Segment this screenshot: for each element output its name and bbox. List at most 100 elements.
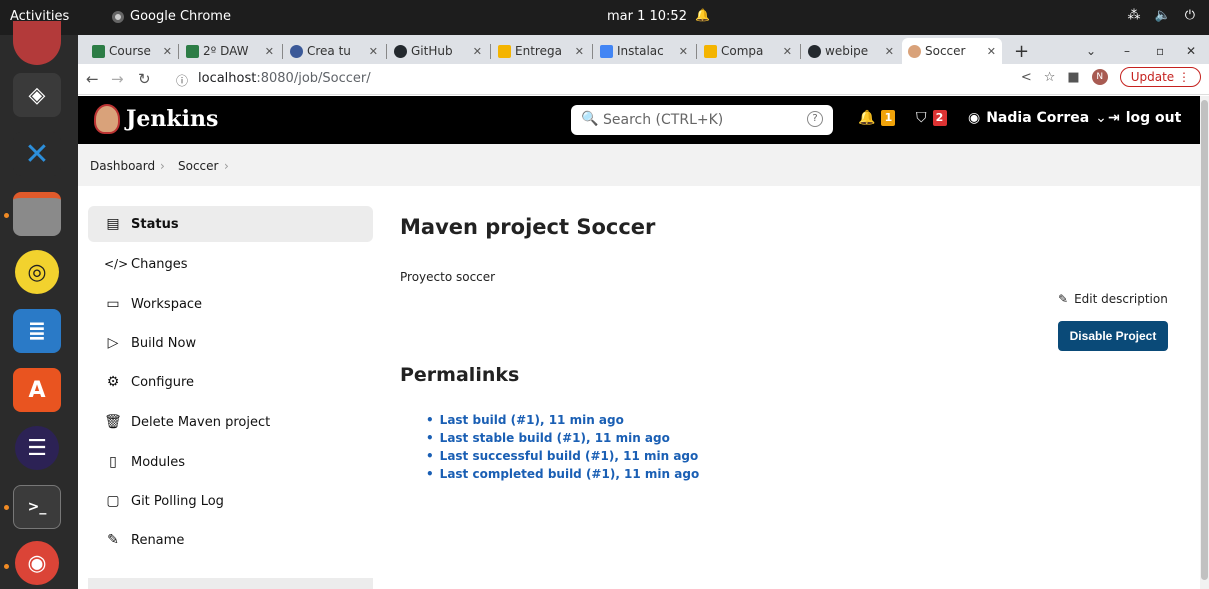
docs-icon (600, 44, 613, 58)
dock-eclipse-icon[interactable]: ☰ (15, 426, 59, 470)
dock-chrome-icon[interactable]: ◉ (15, 541, 59, 585)
side-item-status[interactable]: ▤ Status (88, 206, 373, 242)
pencil-icon: ✎ (1058, 292, 1069, 306)
side-item-changes[interactable]: </> Changes (88, 246, 373, 282)
edit-description-label: Edit description (1074, 292, 1168, 306)
permalink-last-completed-build[interactable]: Last completed build (#1), 11 min ago (426, 467, 700, 485)
close-tab-icon[interactable]: ✕ (575, 45, 584, 58)
jenkins-logo-icon[interactable] (94, 104, 120, 134)
close-tab-icon[interactable]: ✕ (265, 45, 274, 58)
side-item-label: Delete Maven project (131, 414, 271, 430)
profile-avatar[interactable]: N (1091, 69, 1108, 85)
side-item-delete[interactable]: 🗑 Delete Maven project (88, 404, 373, 440)
dock-app-icon[interactable] (13, 21, 61, 65)
play-icon: ▷ (107, 335, 119, 351)
window-close-icon[interactable]: ✕ (1180, 38, 1200, 64)
browser-tab[interactable]: GitHub ✕ (388, 38, 488, 64)
tab-favicon-icon (290, 44, 303, 58)
app-menu[interactable]: Google Chrome (112, 9, 231, 24)
browser-tab-active[interactable]: Soccer ✕ (902, 38, 1002, 64)
side-item-rename[interactable]: ✎ Rename (88, 522, 373, 558)
browser-tab[interactable]: Compa ✕ (698, 38, 798, 64)
side-item-workspace[interactable]: ▭ Workspace (88, 286, 373, 322)
breadcrumb-separator-icon[interactable]: › (224, 159, 229, 173)
security-button[interactable]: ⛉ 2 (916, 110, 947, 126)
side-item-configure[interactable]: ⚙ Configure (88, 364, 373, 400)
browser-tab[interactable]: Instalac ✕ (594, 38, 694, 64)
scrollbar-thumb[interactable] (1201, 100, 1208, 580)
search-input[interactable]: Search (CTRL+K) (603, 112, 723, 128)
side-panel-icon[interactable]: ■ (1067, 70, 1079, 85)
breadcrumb-separator-icon: › (160, 159, 165, 173)
site-info-icon[interactable]: ⓘ (176, 72, 188, 89)
edit-description-link[interactable]: ✎ Edit description (1058, 292, 1168, 306)
side-item-build-now[interactable]: ▷ Build Now (88, 325, 373, 361)
permalink-last-successful-build[interactable]: Last successful build (#1), 11 min ago (426, 449, 699, 467)
close-tab-icon[interactable]: ✕ (369, 45, 378, 58)
browser-tab[interactable]: webipe ✕ (802, 38, 900, 64)
browser-tab[interactable]: Entrega ✕ (492, 38, 590, 64)
notifications-button[interactable]: 🔔 1 (858, 110, 896, 126)
pencil-icon: ✎ (107, 532, 119, 548)
share-icon[interactable]: < (1021, 70, 1032, 85)
code-icon: </> (104, 257, 129, 271)
tab-label: Crea tu (307, 44, 351, 58)
permalink-last-stable-build[interactable]: Last stable build (#1), 11 min ago (426, 431, 699, 449)
side-item-git-polling-log[interactable]: ▢ Git Polling Log (88, 483, 373, 519)
logout-label: log out (1125, 110, 1182, 126)
browser-tab[interactable]: Crea tu ✕ (284, 38, 384, 64)
tab-separator (178, 44, 179, 59)
reload-icon[interactable]: ↻ (138, 70, 151, 88)
close-tab-icon[interactable]: ✕ (987, 45, 996, 58)
maximize-icon[interactable]: ▫ (1150, 38, 1170, 64)
page-scrollbar[interactable] (1200, 96, 1209, 589)
jenkins-header: Jenkins 🔍 Search (CTRL+K) ? 🔔 1 ⛉ 2 ◉ Na… (78, 96, 1200, 144)
back-arrow-icon[interactable]: ← (86, 70, 99, 88)
logout-link[interactable]: ⇥ log out (1108, 110, 1181, 126)
chevron-down-icon: ⌄ (1095, 110, 1107, 126)
bookmark-star-icon[interactable]: ☆ (1044, 70, 1056, 85)
breadcrumb-soccer[interactable]: Soccer (178, 159, 218, 173)
help-icon[interactable]: ? (807, 111, 823, 127)
tab-favicon-icon (186, 44, 199, 58)
dock-terminal-icon[interactable]: >_ (13, 485, 61, 529)
side-item-label: Status (131, 216, 179, 232)
jenkins-title[interactable]: Jenkins (126, 106, 218, 132)
browser-tab[interactable]: 2º DAW ✕ (180, 38, 280, 64)
close-tab-icon[interactable]: ✕ (163, 45, 172, 58)
update-button[interactable]: Update ⋮ (1119, 67, 1201, 87)
network-icon: ⁂ (1127, 8, 1141, 23)
clock[interactable]: mar 1 10:52 (607, 9, 687, 24)
dock-rhythmbox-icon[interactable]: ◎ (15, 250, 59, 294)
forward-arrow-icon[interactable]: → (111, 70, 124, 88)
tab-search-icon[interactable]: ⌄ (1080, 38, 1100, 64)
dock-software-icon[interactable]: A (13, 368, 61, 412)
gear-icon: ⚙ (106, 374, 120, 390)
tab-separator (282, 44, 283, 59)
dock-virtualbox-icon[interactable]: ◈ (13, 73, 61, 117)
disable-project-button[interactable]: Disable Project (1058, 321, 1168, 351)
trash-icon: 🗑 (104, 414, 122, 430)
permalink-last-build[interactable]: Last build (#1), 11 min ago (426, 413, 699, 431)
close-tab-icon[interactable]: ✕ (783, 45, 792, 58)
breadcrumb-dashboard[interactable]: Dashboard (90, 159, 155, 173)
dock-vscode-icon[interactable]: ✕ (13, 132, 61, 176)
dock-files-icon[interactable] (13, 192, 61, 236)
browser-tab[interactable]: Course ✕ (86, 38, 178, 64)
dock-writer-icon[interactable]: ≣ (13, 309, 61, 353)
system-tray[interactable]: ⁂ 🔈 ⏻ (1128, 8, 1195, 23)
close-tab-icon[interactable]: ✕ (885, 45, 894, 58)
search-icon: 🔍 (581, 111, 599, 127)
running-indicator (4, 213, 9, 218)
url-field[interactable]: localhost:8080/job/Soccer/ (198, 71, 371, 86)
minimize-icon[interactable]: – (1118, 38, 1138, 64)
side-item-modules[interactable]: ▯ Modules (88, 444, 373, 480)
logout-icon: ⇥ (1108, 110, 1120, 126)
search-box[interactable]: 🔍 Search (CTRL+K) ? (571, 105, 833, 135)
new-tab-button[interactable]: + (1008, 38, 1032, 64)
user-menu[interactable]: ◉ Nadia Correa ⌄ (968, 110, 1107, 126)
project-description: Proyecto soccer (400, 270, 496, 284)
close-tab-icon[interactable]: ✕ (473, 45, 482, 58)
permalinks-title: Permalinks (400, 364, 520, 386)
close-tab-icon[interactable]: ✕ (679, 45, 688, 58)
